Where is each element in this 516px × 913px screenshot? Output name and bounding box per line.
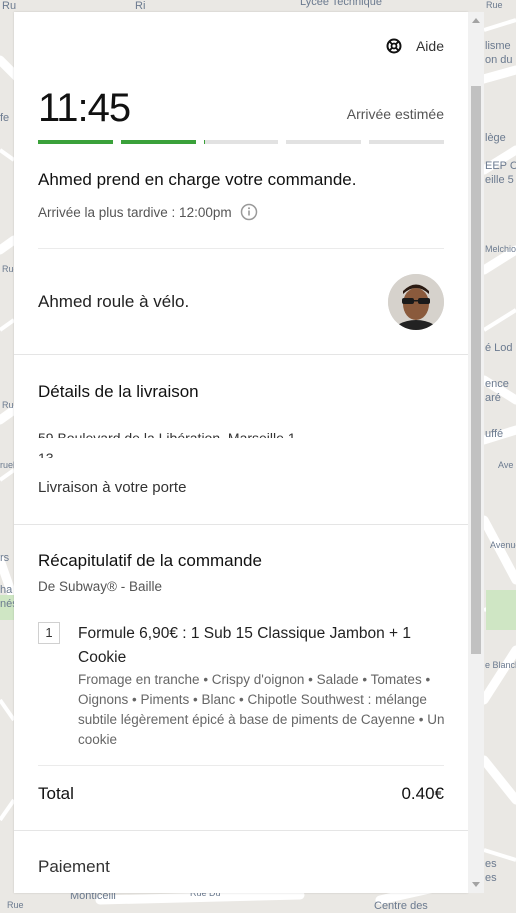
map-label: Melchio bbox=[485, 244, 516, 254]
map-label: Rue bbox=[486, 0, 503, 10]
map-label: aré bbox=[485, 392, 501, 404]
scrollbar-thumb[interactable] bbox=[471, 86, 481, 654]
scroll-up-icon[interactable] bbox=[472, 18, 480, 23]
divider bbox=[38, 765, 444, 766]
order-tracking-panel: Aide 11:45 Arrivée estimée Ahmed prend e… bbox=[14, 12, 468, 893]
progress-fill bbox=[38, 140, 113, 144]
map-label: lisme bbox=[485, 40, 511, 52]
progress-segment bbox=[203, 140, 279, 144]
scrollbar[interactable] bbox=[468, 12, 484, 893]
restaurant-name: De Subway® - Baille bbox=[38, 579, 162, 594]
section-separator bbox=[14, 524, 468, 525]
lifebuoy-icon bbox=[386, 38, 402, 54]
map-label: eille 5 bbox=[485, 174, 514, 186]
map-label: ruel bbox=[0, 460, 16, 470]
order-summary-title: Récapitulatif de la commande bbox=[38, 551, 262, 570]
map-label: fe bbox=[0, 112, 10, 124]
map-label: Avenue de bbox=[490, 540, 516, 550]
payment-title: Paiement bbox=[38, 857, 110, 876]
progress-segment bbox=[286, 140, 362, 144]
address-line-1: 59 Boulevard de la Libération, Marseille… bbox=[38, 432, 296, 446]
map-label: es bbox=[485, 872, 497, 884]
map-label: Lycée Technique bbox=[300, 0, 382, 8]
progress-segment bbox=[38, 140, 113, 144]
delivery-details-title: Détails de la livraison bbox=[38, 382, 199, 401]
map-label: lège bbox=[485, 132, 506, 144]
map-label: EEP C bbox=[485, 160, 516, 172]
door-option: Livraison à votre porte bbox=[38, 479, 187, 496]
progress-fill bbox=[120, 140, 196, 144]
latest-arrival: Arrivée la plus tardive : 12:00pm bbox=[38, 203, 258, 221]
item-name: Formule 6,90€ : 1 Sub 15 Classique Jambo… bbox=[78, 625, 412, 666]
map-label: rs bbox=[0, 552, 10, 564]
scroll-down-icon[interactable] bbox=[472, 882, 480, 887]
progress-fill bbox=[203, 140, 206, 144]
status-title: Ahmed prend en charge votre commande. bbox=[38, 170, 357, 189]
progress-segment bbox=[369, 140, 444, 144]
map-label: Centre des bbox=[374, 900, 428, 912]
help-button[interactable]: Aide bbox=[386, 38, 444, 54]
map-label: Rue bbox=[7, 900, 24, 910]
section-separator bbox=[14, 354, 468, 355]
map-label: Ave bbox=[498, 460, 514, 470]
item-quantity: 1 bbox=[38, 622, 60, 644]
map-label: ence bbox=[485, 378, 509, 390]
progress-segment bbox=[120, 140, 196, 144]
info-icon[interactable] bbox=[240, 203, 258, 221]
delivery-address: 59 Boulevard de la Libération, Marseille… bbox=[38, 432, 444, 464]
eta-label: Arrivée estimée bbox=[346, 106, 444, 122]
map-label: ha bbox=[0, 584, 13, 596]
map-label: uffé bbox=[485, 428, 504, 440]
progress-bar bbox=[38, 140, 444, 144]
eta-time: 11:45 bbox=[38, 86, 131, 130]
avatar bbox=[388, 274, 444, 330]
total-label: Total bbox=[38, 784, 74, 803]
map-label: Ru bbox=[2, 0, 17, 12]
item-options: Fromage en tranche • Crispy d'oignon • S… bbox=[78, 672, 445, 747]
help-label: Aide bbox=[415, 38, 444, 54]
map-label: Ri bbox=[135, 0, 146, 12]
courier-status: Ahmed roule à vélo. bbox=[38, 292, 190, 311]
map-label: on du bbox=[485, 54, 513, 66]
map-label: é Lod bbox=[485, 342, 513, 354]
address-line-2: 13 bbox=[38, 450, 54, 464]
total-value: 0.40€ bbox=[401, 784, 444, 803]
latest-arrival-text: Arrivée la plus tardive : 12:00pm bbox=[38, 204, 232, 220]
map-label: es bbox=[485, 858, 497, 870]
section-separator bbox=[14, 830, 468, 831]
map-label: e Blanch bbox=[485, 660, 516, 670]
divider bbox=[38, 248, 444, 249]
